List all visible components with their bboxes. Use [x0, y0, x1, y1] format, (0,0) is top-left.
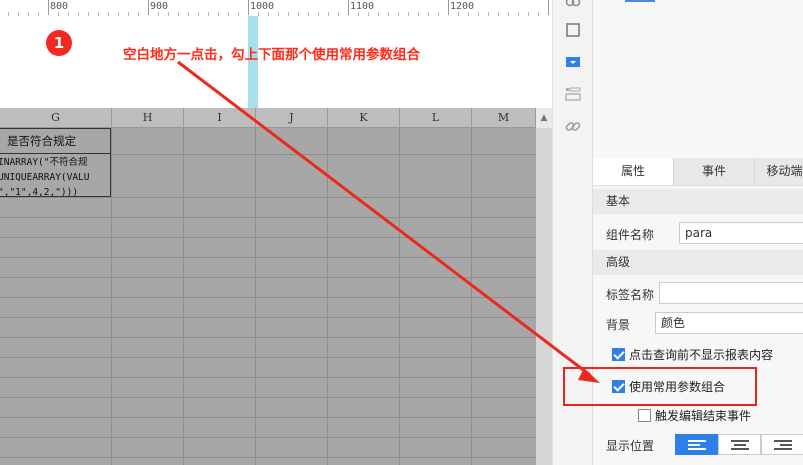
trigger-edit-label: 触发编辑结束事件	[655, 409, 752, 423]
highlight-box	[563, 367, 757, 406]
ruler-label: 1200	[450, 1, 475, 12]
section-basic[interactable]: 基本	[593, 189, 803, 214]
section-advanced[interactable]: 高级	[593, 250, 803, 275]
report-grid[interactable]: G H I J K L M 是否符合规定 INARRAY("不符合规 UNIQU…	[0, 108, 552, 465]
instruction-annotation: 空白地方一点击，勾上下面那个使用常用参数组合	[123, 47, 420, 63]
ruler-tick	[148, 0, 149, 15]
ruler-tick	[248, 0, 249, 15]
formula-line: UNIQUEARRAY(VALU	[0, 172, 90, 183]
column-header-g[interactable]: G	[0, 108, 112, 128]
tag-name-label: 标签名称	[606, 288, 655, 302]
hide-report-checkbox[interactable]	[612, 348, 625, 361]
vertical-scrollbar[interactable]: ▲	[536, 108, 552, 465]
cell-formula[interactable]: INARRAY("不符合规 UNIQUEARRAY(VALU ","1",4,2…	[0, 154, 111, 197]
ruler-label: 1100	[350, 1, 375, 12]
tab-events[interactable]: 事件	[674, 158, 755, 185]
column-header-k[interactable]: K	[328, 108, 400, 128]
align-right-button[interactable]	[761, 434, 803, 455]
ruler-label: 1000	[250, 1, 275, 12]
component-name-label: 组件名称	[606, 228, 655, 242]
scroll-up-icon[interactable]: ▲	[536, 108, 552, 128]
frame-icon[interactable]	[565, 22, 581, 38]
horizontal-ruler: 800 900 1000 1100 1200	[0, 0, 552, 17]
step-badge: 1	[46, 30, 72, 56]
background-label: 背景	[606, 318, 631, 332]
align-buttons	[675, 434, 803, 455]
column-header-j[interactable]: J	[256, 108, 328, 128]
link-icon[interactable]	[565, 118, 581, 134]
column-header-m[interactable]: M	[472, 108, 536, 128]
dropdown-widget-icon[interactable]	[565, 54, 581, 70]
tab-mobile[interactable]: 移动端	[755, 158, 803, 185]
column-header-i[interactable]: I	[184, 108, 256, 128]
widget-tree-area	[593, 0, 803, 157]
trigger-edit-checkbox[interactable]	[638, 409, 651, 422]
ruler-label: 900	[150, 1, 169, 12]
panel-tabs: 属性 事件 移动端	[593, 158, 803, 186]
ruler-label: 800	[50, 1, 69, 12]
formula-line: ","1",4,2,")))	[0, 187, 79, 197]
display-position-label: 显示位置	[606, 439, 655, 453]
tag-name-input[interactable]	[659, 282, 803, 304]
cell-header-compliance[interactable]: 是否符合规定	[0, 128, 111, 154]
tab-properties[interactable]: 属性	[593, 158, 674, 185]
column-header-h[interactable]: H	[112, 108, 184, 128]
formula-line: INARRAY("不符合规	[0, 157, 88, 168]
ruler-tick	[548, 0, 549, 15]
background-select[interactable]: 颜色	[655, 312, 803, 334]
ruler-tick	[348, 0, 349, 15]
ruler-tick	[448, 0, 449, 15]
column-header-l[interactable]: L	[400, 108, 472, 128]
align-left-button[interactable]	[675, 434, 718, 455]
ruler-tick	[48, 0, 49, 15]
link-icon-top[interactable]	[565, 0, 581, 10]
tree-selection-indicator	[625, 0, 655, 2]
component-name-input[interactable]: para	[679, 222, 803, 244]
hide-report-label: 点击查询前不显示报表内容	[629, 348, 774, 362]
align-center-button[interactable]	[718, 434, 761, 455]
list-icon[interactable]	[565, 86, 581, 102]
